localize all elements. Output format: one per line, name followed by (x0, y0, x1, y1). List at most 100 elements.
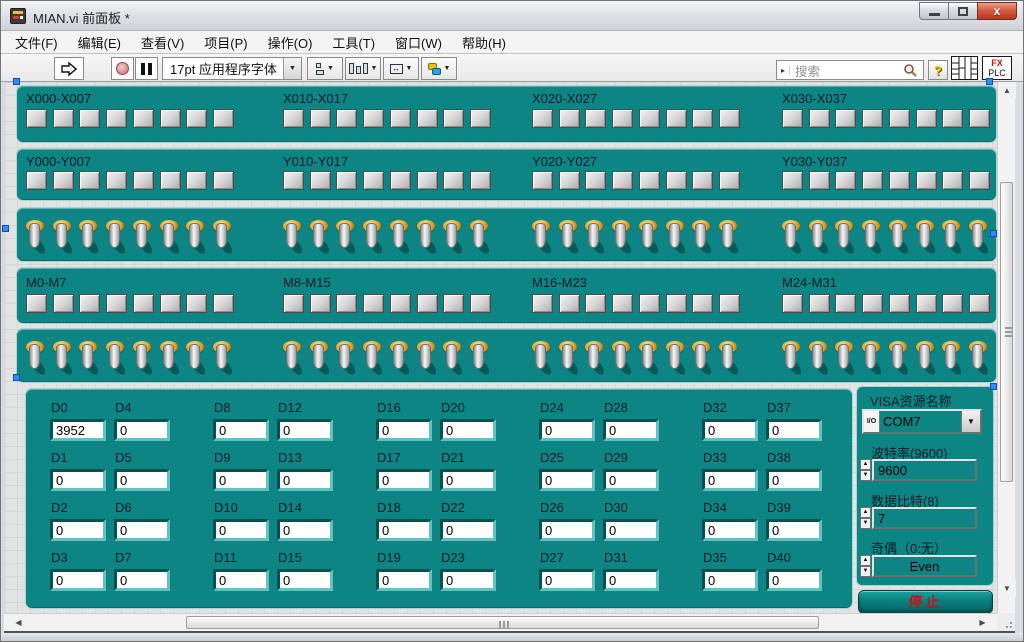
toggle-switch[interactable] (915, 341, 939, 379)
switch-lever[interactable] (838, 223, 849, 248)
switch-lever[interactable] (393, 223, 404, 248)
switch-lever[interactable] (919, 223, 930, 248)
toggle-switch[interactable] (665, 341, 689, 379)
switch-lever[interactable] (588, 223, 599, 248)
d-register-field[interactable]: 0 (440, 469, 496, 491)
switch-lever[interactable] (313, 223, 324, 248)
toggle-switch[interactable] (282, 341, 306, 379)
d-register-field[interactable]: 0 (114, 419, 170, 441)
parity-control[interactable]: ▲▼ Even (860, 555, 977, 577)
switch-lever[interactable] (473, 344, 484, 369)
switch-lever[interactable] (29, 223, 40, 248)
d-register-field[interactable]: 3952 (50, 419, 106, 441)
switch-lever[interactable] (535, 344, 546, 369)
toggle-switch[interactable] (25, 341, 49, 379)
switch-lever[interactable] (865, 344, 876, 369)
switch-lever[interactable] (189, 223, 200, 248)
reorder-objects-button[interactable]: ▼ (421, 57, 457, 80)
data-bits-control[interactable]: ▲▼ 7 (860, 507, 977, 529)
toggle-switch[interactable] (105, 341, 129, 379)
switch-lever[interactable] (945, 344, 956, 369)
switch-lever[interactable] (812, 223, 823, 248)
toggle-switch[interactable] (442, 341, 466, 379)
switch-lever[interactable] (865, 223, 876, 248)
switch-lever[interactable] (919, 344, 930, 369)
toggle-switch[interactable] (78, 341, 102, 379)
switch-lever[interactable] (562, 344, 573, 369)
toggle-switch[interactable] (416, 341, 440, 379)
search-history-icon[interactable]: ▸ (777, 66, 790, 75)
d-register-field[interactable]: 0 (603, 419, 659, 441)
toggle-switch[interactable] (416, 220, 440, 258)
d-register-field[interactable]: 0 (440, 569, 496, 591)
toggle-switch[interactable] (335, 341, 359, 379)
switch-lever[interactable] (366, 223, 377, 248)
toggle-switch[interactable] (185, 341, 209, 379)
toggle-switch[interactable] (25, 220, 49, 258)
d-register-field[interactable]: 0 (702, 519, 758, 541)
d-register-field[interactable]: 0 (277, 519, 333, 541)
d-register-field[interactable]: 0 (440, 519, 496, 541)
d-register-field[interactable]: 0 (277, 469, 333, 491)
toggle-switch[interactable] (781, 341, 805, 379)
maximize-button[interactable] (948, 2, 978, 20)
data-bits-value[interactable]: 7 (872, 507, 977, 529)
d-register-field[interactable]: 0 (766, 419, 822, 441)
toggle-switch[interactable] (389, 220, 413, 258)
horizontal-scrollbar[interactable]: ◀ ▶ (4, 613, 997, 631)
toggle-switch[interactable] (132, 341, 156, 379)
switch-lever[interactable] (785, 223, 796, 248)
toggle-switch[interactable] (282, 220, 306, 258)
switch-lever[interactable] (615, 223, 626, 248)
search-input[interactable]: ▸ 搜索 (776, 60, 924, 80)
switch-lever[interactable] (163, 344, 174, 369)
d-register-field[interactable]: 0 (376, 569, 432, 591)
toggle-switch[interactable] (968, 220, 992, 258)
d-register-field[interactable]: 0 (376, 419, 432, 441)
d-register-field[interactable]: 0 (539, 569, 595, 591)
d-register-field[interactable]: 0 (213, 519, 269, 541)
distribute-objects-button[interactable]: ▼ (345, 57, 381, 80)
vi-icon[interactable]: FX PLC (982, 56, 1012, 80)
toggle-switch[interactable] (309, 341, 333, 379)
d-register-field[interactable]: 0 (539, 519, 595, 541)
toggle-switch[interactable] (915, 220, 939, 258)
d-register-field[interactable]: 0 (603, 469, 659, 491)
toggle-switch[interactable] (584, 220, 608, 258)
menu-item-2[interactable]: 查看(V) (131, 30, 194, 55)
toggle-switch[interactable] (888, 341, 912, 379)
toggle-switch[interactable] (159, 341, 183, 379)
toggle-switch[interactable] (968, 341, 992, 379)
switch-lever[interactable] (393, 344, 404, 369)
d-register-field[interactable]: 0 (603, 519, 659, 541)
toggle-switch[interactable] (335, 220, 359, 258)
d-register-field[interactable]: 0 (114, 569, 170, 591)
switch-lever[interactable] (446, 223, 457, 248)
switch-lever[interactable] (286, 223, 297, 248)
switch-lever[interactable] (642, 344, 653, 369)
switch-lever[interactable] (420, 223, 431, 248)
switch-lever[interactable] (892, 344, 903, 369)
minimize-button[interactable] (919, 2, 949, 20)
toggle-switch[interactable] (362, 341, 386, 379)
toggle-switch[interactable] (442, 220, 466, 258)
scroll-right-icon[interactable]: ▶ (974, 614, 991, 631)
spinner-arrows-icon[interactable]: ▲▼ (860, 507, 871, 529)
selection-handle[interactable] (986, 78, 993, 85)
switch-lever[interactable] (420, 344, 431, 369)
toggle-switch[interactable] (212, 220, 236, 258)
scroll-up-icon[interactable]: ▲ (998, 82, 1016, 99)
combo-dropdown-icon[interactable]: ▼ (961, 411, 980, 432)
search-icon[interactable] (903, 63, 918, 78)
switch-lever[interactable] (972, 344, 983, 369)
switch-lever[interactable] (838, 344, 849, 369)
switch-lever[interactable] (29, 344, 40, 369)
switch-lever[interactable] (339, 223, 350, 248)
resize-grip[interactable] (997, 613, 1015, 631)
toggle-switch[interactable] (469, 341, 493, 379)
d-register-field[interactable]: 0 (440, 419, 496, 441)
align-objects-button[interactable]: ▼ (307, 57, 343, 80)
toggle-switch[interactable] (531, 220, 555, 258)
scroll-down-icon[interactable]: ▼ (998, 580, 1016, 597)
switch-lever[interactable] (136, 223, 147, 248)
